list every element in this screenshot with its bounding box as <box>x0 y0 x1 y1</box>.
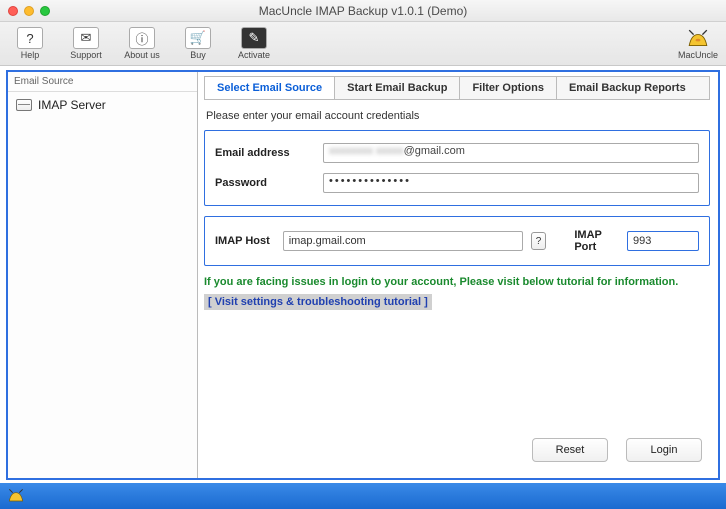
dock-bar <box>0 483 726 509</box>
toolbar-label: Buy <box>190 50 206 60</box>
toolbar-help[interactable]: ? Help <box>8 27 52 60</box>
imap-host-field[interactable] <box>283 231 523 251</box>
email-visible: @gmail.com <box>404 145 465 157</box>
dock-app-icon[interactable] <box>6 487 26 505</box>
tab-email-backup-reports[interactable]: Email Backup Reports <box>557 77 698 99</box>
titlebar: MacUncle IMAP Backup v1.0.1 (Demo) <box>0 0 726 22</box>
credentials-panel: Email address xxxxxxxx xxxxx@gmail.com P… <box>204 130 710 206</box>
reset-button[interactable]: Reset <box>532 438 608 462</box>
password-field[interactable]: •••••••••••••• <box>323 173 699 193</box>
toolbar-support[interactable]: ✉ Support <box>64 27 108 60</box>
brand-label: MacUncle <box>678 50 718 60</box>
toolbar-label: Activate <box>238 50 270 60</box>
action-buttons: Reset Login <box>532 438 702 462</box>
toolbar-label: Help <box>21 50 40 60</box>
tab-start-email-backup[interactable]: Start Email Backup <box>335 77 460 99</box>
email-label: Email address <box>215 147 315 159</box>
cart-icon: 🛒 <box>185 27 211 49</box>
toolbar-label: Support <box>70 50 102 60</box>
activate-icon: ✎ <box>241 27 267 49</box>
imap-port-field[interactable] <box>627 231 699 251</box>
sidebar-item-label: IMAP Server <box>38 98 106 112</box>
tab-select-email-source[interactable]: Select Email Source <box>205 77 335 99</box>
imap-host-help-button[interactable]: ? <box>531 232 547 250</box>
tab-filter-options[interactable]: Filter Options <box>460 77 557 99</box>
imap-port-label: IMAP Port <box>574 229 619 253</box>
troubleshoot-note: If you are facing issues in login to you… <box>204 276 710 288</box>
toolbar-activate[interactable]: ✎ Activate <box>232 27 276 60</box>
toolbar-buy[interactable]: 🛒 Buy <box>176 27 220 60</box>
email-blurred: xxxxxxxx xxxxx <box>329 145 404 157</box>
info-icon: ⓘ <box>129 27 155 49</box>
support-icon: ✉ <box>73 27 99 49</box>
tabs: Select Email Source Start Email Backup F… <box>204 76 710 100</box>
troubleshoot-link[interactable]: [ Visit settings & troubleshooting tutor… <box>204 294 432 310</box>
help-icon: ? <box>17 27 43 49</box>
main-area: Email Source IMAP Server Select Email So… <box>0 66 726 483</box>
window-title: MacUncle IMAP Backup v1.0.1 (Demo) <box>0 4 726 18</box>
sidebar: Email Source IMAP Server <box>8 72 198 478</box>
toolbar: ? Help ✉ Support ⓘ About us 🛒 Buy ✎ Acti… <box>0 22 726 66</box>
macuncle-icon <box>684 28 712 50</box>
password-label: Password <box>215 177 315 189</box>
server-panel: IMAP Host ? IMAP Port <box>204 216 710 266</box>
sidebar-item-imap-server[interactable]: IMAP Server <box>8 92 197 118</box>
login-button[interactable]: Login <box>626 438 702 462</box>
instruction-text: Please enter your email account credenti… <box>206 110 710 122</box>
brand-logo: MacUncle <box>678 28 718 60</box>
server-icon <box>16 99 32 111</box>
toolbar-about[interactable]: ⓘ About us <box>120 27 164 60</box>
imap-host-label: IMAP Host <box>215 235 275 247</box>
main-frame: Email Source IMAP Server Select Email So… <box>6 70 720 480</box>
content-pane: Select Email Source Start Email Backup F… <box>198 72 718 478</box>
email-field[interactable]: xxxxxxxx xxxxx@gmail.com <box>323 143 699 163</box>
toolbar-label: About us <box>124 50 160 60</box>
sidebar-header: Email Source <box>8 72 197 92</box>
